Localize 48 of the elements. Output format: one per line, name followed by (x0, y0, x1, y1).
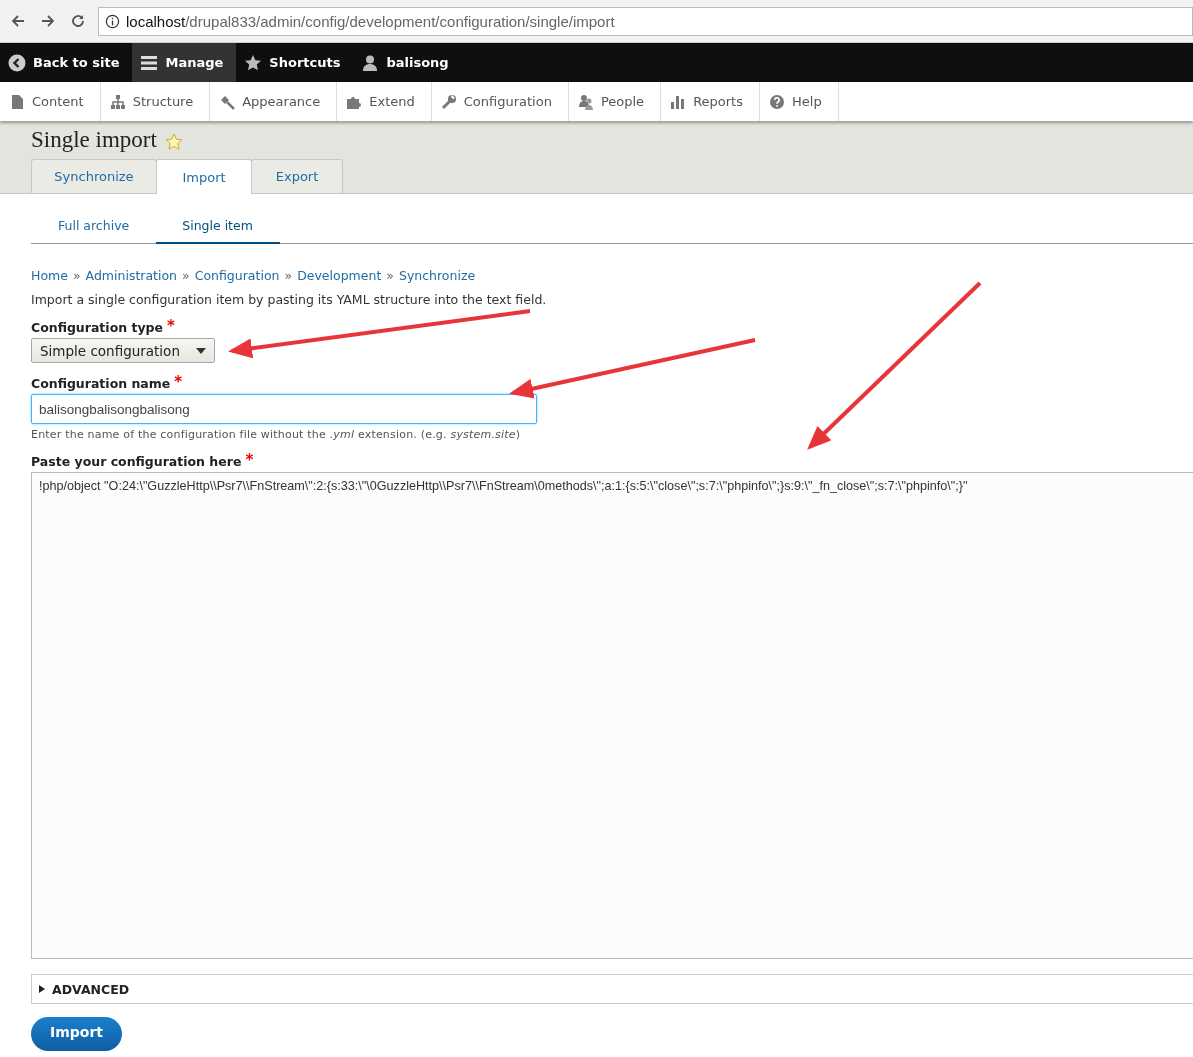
info-icon (105, 13, 120, 29)
tab[interactable]: Import (156, 159, 252, 194)
import-button[interactable]: Import (31, 1017, 122, 1051)
page-title: Single import (31, 128, 157, 151)
field-label: Configuration type (31, 320, 164, 335)
required-marker: * (167, 320, 175, 335)
toolbar-tab[interactable]: Shortcuts (236, 43, 354, 82)
breadcrumb-separator: » (386, 268, 394, 283)
help-text: Enter the name of the configuration file without the .yml extension. (e.g. system.site) (31, 428, 522, 441)
breadcrumb-separator: » (284, 268, 293, 283)
help-icon (769, 93, 785, 110)
required-marker: * (174, 376, 183, 391)
breadcrumb-link[interactable]: Development (297, 268, 382, 283)
configuration-type-select[interactable]: Simple configuration (31, 338, 215, 363)
breadcrumb-link[interactable]: Synchronize (398, 268, 476, 283)
field-label: Configuration name (31, 376, 171, 391)
document-icon (9, 93, 25, 110)
address-bar[interactable]: localhost/drupal833/admin/config/development/configuration/single/import (98, 6, 1193, 36)
triangle-icon (39, 985, 45, 993)
back-circle-icon (8, 53, 26, 72)
menu-icon (140, 53, 159, 72)
required-marker: * (245, 454, 254, 469)
url-text: localhost/drupal833/admin/config/development/configuration/single/import (126, 12, 615, 30)
breadcrumb-separator: » (72, 268, 81, 283)
people-icon (577, 93, 594, 110)
tab[interactable]: Full archive (31, 209, 157, 244)
user-icon (361, 53, 380, 72)
configuration-name-field[interactable]: balisongbalisongbalisong (31, 394, 537, 424)
description-text: Import a single configuration item by pasting its YAML structure into the text field. (31, 292, 548, 307)
tab[interactable]: Single item (156, 209, 280, 244)
tab[interactable]: Synchronize (31, 159, 157, 193)
configuration-textarea[interactable]: !php/object "O:24:\"GuzzleHttp\\Psr7\\FnStream\":2:{s:33:\"\0GuzzleHttp\\Psr7\\FnStream\0methods\";a:1:{s:5:\"close\";s:7:\"phpinfo\";}s:9:\"_fn_close\";s:7:\"phpinfo\";}" (31, 472, 1193, 959)
star-icon[interactable] (164, 133, 183, 151)
tab[interactable]: Export (251, 159, 343, 193)
wrench-icon (440, 93, 457, 110)
breadcrumb-link[interactable]: Home (31, 268, 68, 283)
bar-chart-icon (670, 93, 687, 110)
advanced-toggle[interactable]: ADVANCED (39, 981, 130, 997)
toolbar-tab[interactable]: Back to site (0, 43, 133, 82)
caret-icon (196, 347, 206, 354)
star-icon (244, 53, 263, 72)
toolbar-tab[interactable]: balisong (353, 43, 462, 82)
field-label: Paste your configuration here (31, 454, 242, 469)
toolbar-tab[interactable]: Manage (132, 43, 237, 82)
breadcrumb-link[interactable]: Administration (85, 268, 178, 283)
sitemap-icon (109, 93, 126, 110)
breadcrumb-link[interactable]: Configuration (194, 268, 280, 283)
breadcrumb-separator: » (182, 268, 190, 283)
